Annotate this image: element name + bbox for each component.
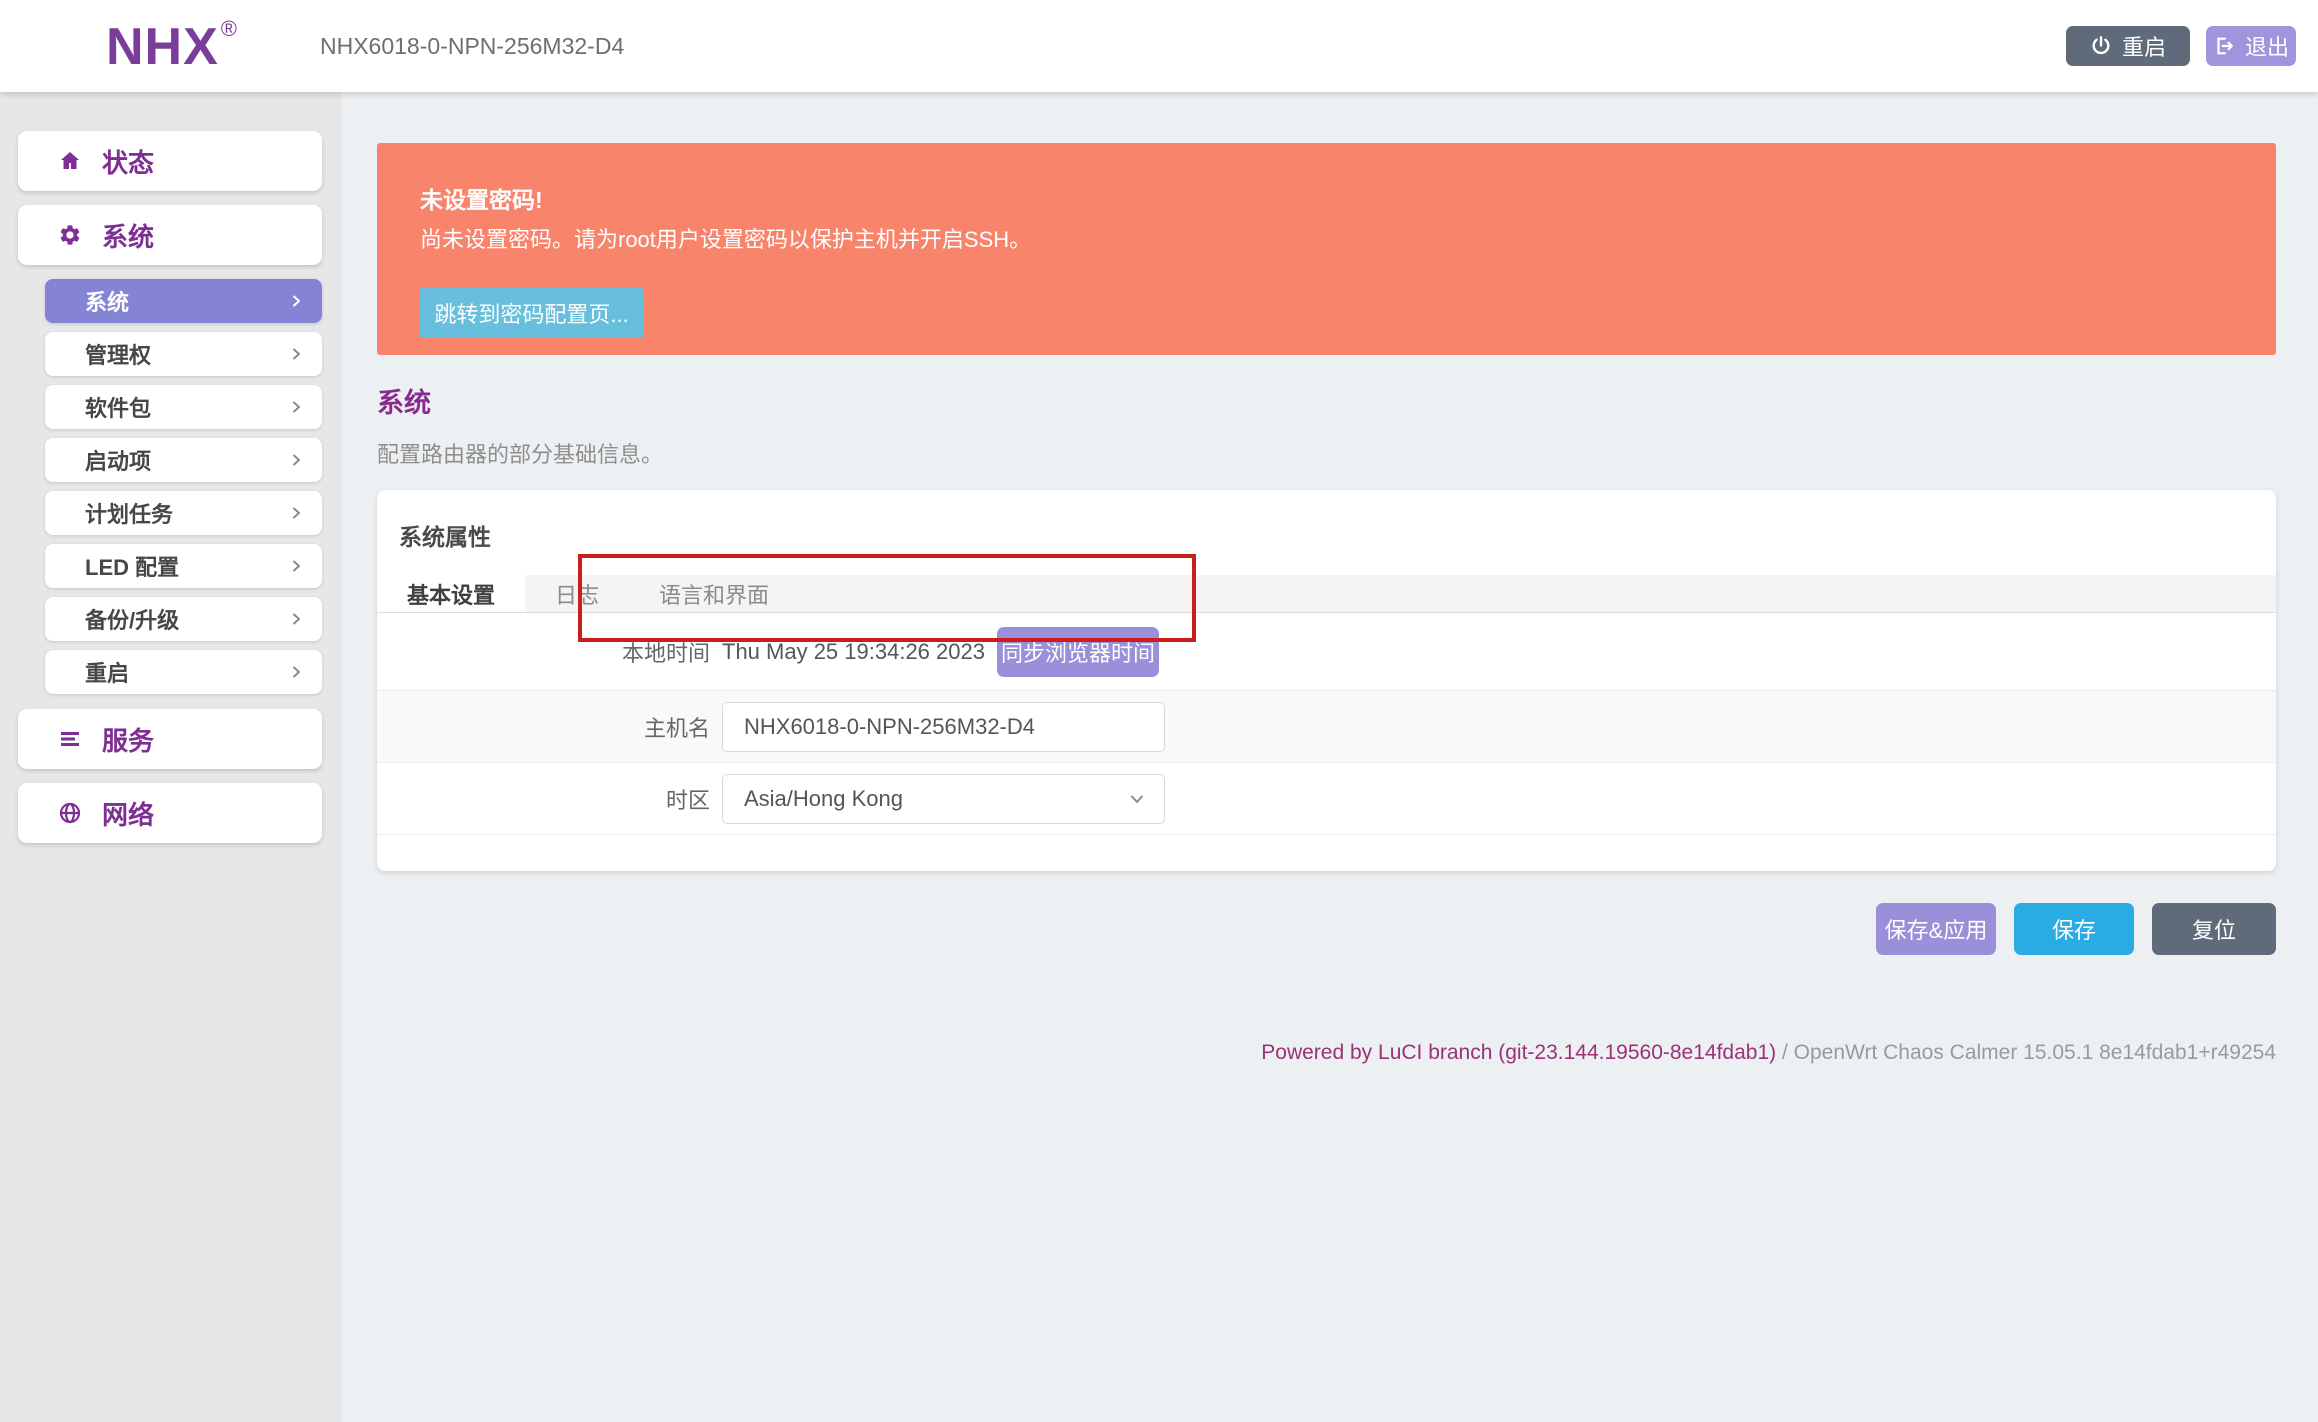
system-submenu: 系统 管理权 软件包 启动项 计划任务 LED 配置 (0, 279, 342, 694)
system-properties-card: 系统属性 基本设置 日志 语言和界面 本地时间 Thu May 25 19:34… (377, 490, 2276, 871)
tab-bar: 基本设置 日志 语言和界面 (377, 575, 2276, 613)
submenu-item-system[interactable]: 系统 (45, 279, 322, 323)
chevron-right-icon (288, 611, 304, 627)
timezone-row: 时区 Asia/Hong Kong (377, 763, 2276, 835)
top-header: NHX® NHX6018-0-NPN-256M32-D4 重启 退出 (0, 0, 2318, 92)
chevron-down-icon (1128, 790, 1146, 808)
header-actions: 重启 退出 (2066, 26, 2296, 66)
banner-title: 未设置密码! (420, 181, 2233, 215)
footer: Powered by LuCI branch (git-23.144.19560… (377, 1041, 2276, 1065)
sidebar-item-label: 网络 (102, 795, 154, 832)
sidebar-item-label: 状态 (102, 143, 154, 180)
chevron-right-icon (288, 505, 304, 521)
device-name: NHX6018-0-NPN-256M32-D4 (320, 33, 624, 60)
sidebar-item-network[interactable]: 网络 (18, 783, 322, 843)
sidebar-item-services[interactable]: 服务 (18, 709, 322, 769)
timezone-label: 时区 (377, 783, 722, 815)
chevron-right-icon (288, 664, 304, 680)
chevron-right-icon (288, 399, 304, 415)
tab-language-interface[interactable]: 语言和界面 (629, 575, 799, 612)
logout-icon (2213, 35, 2235, 57)
list-icon (58, 727, 82, 751)
sidebar-item-label: 系统 (102, 217, 154, 254)
chevron-right-icon (288, 558, 304, 574)
luci-branch-link[interactable]: Powered by LuCI branch (git-23.144.19560… (1261, 1041, 1776, 1064)
timezone-select[interactable]: Asia/Hong Kong (722, 774, 1165, 824)
power-icon (2090, 35, 2112, 57)
chevron-right-icon (288, 346, 304, 362)
hostname-row: 主机名 (377, 691, 2276, 763)
submenu-item-software[interactable]: 软件包 (45, 385, 322, 429)
gears-icon (58, 223, 82, 247)
go-to-password-config-button[interactable]: 跳转到密码配置页... (420, 288, 643, 338)
page-description: 配置路由器的部分基础信息。 (377, 437, 2276, 469)
sidebar-item-label: 服务 (102, 721, 154, 758)
hostname-input[interactable] (722, 702, 1165, 752)
firmware-version-text: OpenWrt Chaos Calmer 15.05.1 8e14fdab1+r… (1794, 1041, 2276, 1064)
save-apply-button[interactable]: 保存&应用 (1876, 903, 1996, 955)
banner-message: 尚未设置密码。请为root用户设置密码以保护主机并开启SSH。 (420, 222, 2233, 254)
reset-button[interactable]: 复位 (2152, 903, 2276, 955)
hostname-label: 主机名 (377, 711, 722, 743)
chevron-right-icon (288, 293, 304, 309)
footer-separator: / (1776, 1041, 1794, 1064)
submenu-item-scheduled-tasks[interactable]: 计划任务 (45, 491, 322, 535)
sync-browser-time-button[interactable]: 同步浏览器时间 (997, 627, 1159, 677)
form-actions: 保存&应用 保存 复位 (377, 903, 2276, 955)
sidebar-item-status[interactable]: 状态 (18, 131, 322, 191)
home-icon (58, 149, 82, 173)
main-area: 未设置密码! 尚未设置密码。请为root用户设置密码以保护主机并开启SSH。 跳… (342, 92, 2318, 1422)
reboot-label: 重启 (2122, 30, 2166, 62)
registered-mark: ® (221, 16, 238, 41)
globe-icon (58, 801, 82, 825)
tab-logging[interactable]: 日志 (525, 575, 629, 612)
submenu-item-reboot[interactable]: 重启 (45, 650, 322, 694)
luci-admin-page: NHX® NHX6018-0-NPN-256M32-D4 重启 退出 (0, 0, 2318, 1422)
brand-logo: NHX® (106, 18, 238, 76)
password-warning-banner: 未设置密码! 尚未设置密码。请为root用户设置密码以保护主机并开启SSH。 跳… (377, 143, 2276, 355)
chevron-right-icon (288, 452, 304, 468)
save-button[interactable]: 保存 (2014, 903, 2134, 955)
page-title: 系统 (377, 381, 2276, 420)
local-time-label: 本地时间 (377, 636, 722, 668)
submenu-item-startup[interactable]: 启动项 (45, 438, 322, 482)
logout-label: 退出 (2245, 30, 2289, 62)
local-time-value: Thu May 25 19:34:26 2023 (722, 639, 985, 665)
logout-button[interactable]: 退出 (2206, 26, 2296, 66)
submenu-item-backup-upgrade[interactable]: 备份/升级 (45, 597, 322, 641)
sidebar: 状态 系统 系统 管理权 软件包 启动项 (0, 92, 342, 1422)
local-time-row: 本地时间 Thu May 25 19:34:26 2023 同步浏览器时间 (377, 613, 2276, 691)
timezone-selected-value: Asia/Hong Kong (744, 786, 903, 812)
logo-wrap: NHX® (0, 16, 320, 77)
submenu-item-led-configuration[interactable]: LED 配置 (45, 544, 322, 588)
card-title: 系统属性 (377, 490, 2276, 575)
sidebar-item-system[interactable]: 系统 (18, 205, 322, 265)
submenu-item-administration[interactable]: 管理权 (45, 332, 322, 376)
reboot-button[interactable]: 重启 (2066, 26, 2190, 66)
tab-general-settings[interactable]: 基本设置 (377, 575, 525, 612)
